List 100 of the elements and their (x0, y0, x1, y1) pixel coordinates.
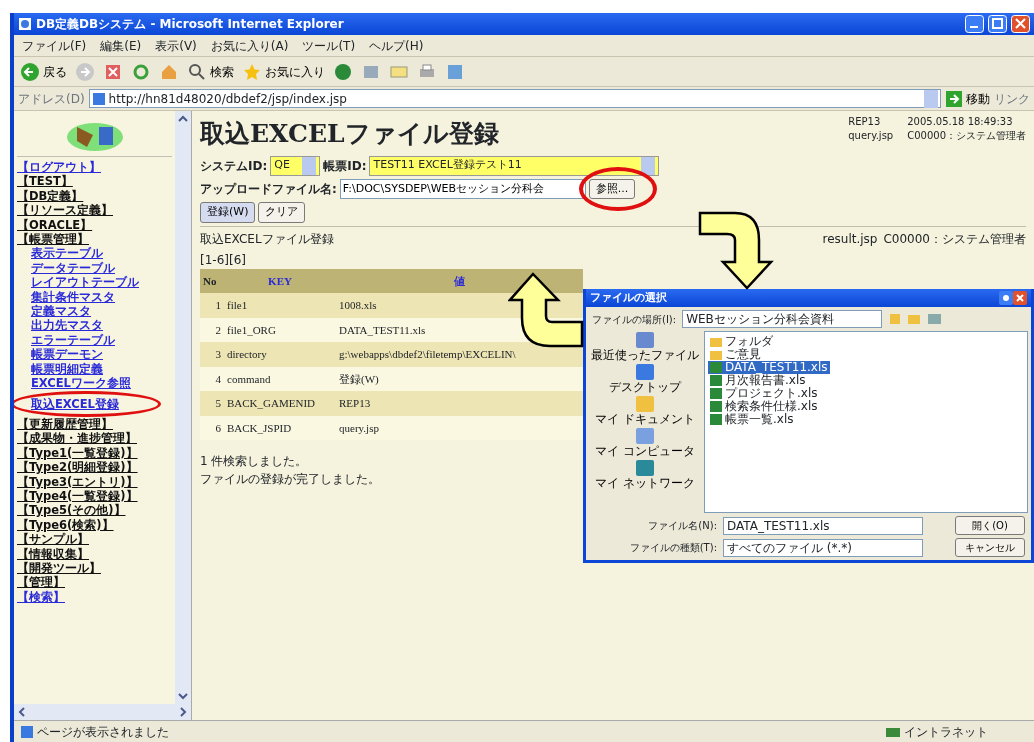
system-id-select[interactable]: QE (270, 155, 321, 176)
sidebar-link[interactable]: エラーテーブル (17, 332, 115, 348)
file-item[interactable]: 帳票一覧.xls (708, 413, 796, 426)
menu-item[interactable]: お気に入り(A) (210, 36, 289, 55)
sidebar-link[interactable]: 【リソース定義】 (17, 203, 172, 218)
table-cell: query.jsp (336, 415, 583, 440)
sidebar-link[interactable]: 表示テーブル (17, 246, 103, 261)
info-text: REP13 (848, 115, 882, 129)
sidebar-link[interactable]: 【ログアウト】 (17, 160, 172, 175)
sidebar-link[interactable]: 定義マスタ (17, 304, 91, 319)
info-text: C00000：システム管理者 (907, 129, 1026, 143)
spreadsheet-icon (710, 401, 722, 412)
place-button[interactable]: マイ ドキュメント (595, 395, 695, 426)
sidebar-link[interactable]: 【TEST】 (17, 174, 172, 189)
dropdown-button[interactable] (641, 156, 656, 175)
table-cell: 2 (200, 317, 224, 342)
sidebar-link[interactable]: 【Type1(一覧登録)】 (17, 445, 172, 461)
go-button[interactable]: 移動 (945, 89, 990, 108)
toolbar-button[interactable]: お気に入り (242, 61, 325, 82)
register-button[interactable]: 登録(W) (200, 202, 256, 223)
window-title: DB定義DBシステム - Microsoft Internet Explorer (36, 16, 344, 33)
place-button[interactable]: デスクトップ (609, 363, 681, 394)
sidebar-link[interactable]: 【サンプル】 (17, 532, 172, 547)
place-button[interactable]: 最近使ったファイル (591, 331, 699, 362)
table-cell: BACK_GAMENID (224, 391, 336, 416)
table-cell: 3 (200, 342, 224, 367)
sidebar-link[interactable]: 【DB定義】 (17, 188, 172, 204)
sidebar-link[interactable]: レイアウトテーブル (17, 275, 139, 290)
sidebar-link[interactable]: 【Type4(一覧登録)】 (17, 488, 172, 504)
column-header: KEY (224, 268, 336, 293)
place-button[interactable]: マイ コンピュータ (595, 427, 695, 458)
file-item[interactable]: プロジェクト.xls (708, 387, 820, 400)
sidebar-link[interactable]: 【成果物・進捗管理】 (17, 431, 172, 446)
browse-button[interactable]: 参照... (588, 178, 636, 199)
minimize-icon[interactable] (965, 15, 984, 33)
table-cell: command (224, 366, 336, 391)
toolbar-button[interactable]: 戻る (20, 61, 67, 82)
menu-item[interactable]: 表示(V) (155, 36, 197, 55)
file-type-select[interactable]: すべてのファイル (*.*) (723, 538, 923, 557)
location-select[interactable]: WEBセッション分科会資料 (682, 310, 883, 328)
table-cell: BACK_JSPID (224, 415, 336, 440)
place-button[interactable]: マイ ネットワーク (595, 459, 695, 490)
table-cell: REP13 (336, 391, 583, 416)
sidebar-link[interactable]: 【更新履歴管理】 (17, 416, 172, 432)
clear-button[interactable]: クリア (258, 202, 306, 223)
place-icon (635, 427, 655, 445)
forward-icon[interactable] (75, 61, 95, 82)
sidebar-link[interactable]: 【Type2(明細登録)】 (17, 460, 172, 475)
links-label[interactable]: リンク (994, 89, 1030, 108)
field-label: システムID: (200, 157, 268, 175)
toolbar-button[interactable]: 検索 (187, 61, 234, 82)
address-field[interactable]: http://hn81d48020/dbdef2/jsp/index.jsp (88, 89, 941, 108)
menu-item[interactable]: ヘルプ(H) (369, 36, 424, 55)
sidebar-link[interactable]: 【Type5(その他)】 (17, 503, 172, 518)
message-text: ファイルの登録が完了しました。 (200, 471, 380, 488)
table-cell: 6 (200, 415, 224, 440)
menu-item[interactable]: ツール(T) (302, 36, 356, 55)
file-path-field[interactable]: F:\DOC\SYSDEP\WEBセッション分科会 (339, 178, 586, 199)
cancel-button[interactable]: キャンセル (955, 538, 1025, 557)
table-cell: 1 (200, 293, 224, 318)
section-title: 取込EXCELファイル登録 (200, 230, 334, 248)
sidebar-link[interactable]: 【帳票管理】 (17, 232, 172, 247)
file-item[interactable]: 月次報告書.xls (708, 374, 808, 387)
close-icon[interactable] (1013, 291, 1027, 305)
sidebar-link[interactable]: 帳票デーモン (17, 347, 103, 362)
help-icon[interactable] (999, 291, 1013, 305)
file-item[interactable]: ご意見 (708, 348, 763, 361)
file-item[interactable]: 検索条件仕様.xls (708, 400, 820, 413)
sidebar-link[interactable]: 集計条件マスタ (17, 289, 115, 305)
sidebar-link[interactable]: 【管理】 (17, 575, 172, 590)
search-icon (187, 61, 207, 82)
sidebar-link[interactable]: 【ORACLE】 (17, 217, 172, 233)
sidebar-link[interactable]: 帳票明細定義 (17, 361, 103, 377)
file-item[interactable]: DATA_TEST11.xls (708, 361, 830, 374)
sidebar-link[interactable]: 【Type3(エントリ)】 (17, 474, 172, 489)
table-cell: 1008.xls (336, 293, 583, 318)
filename-field[interactable]: DATA_TEST11.xls (723, 516, 923, 535)
close-icon[interactable] (1011, 15, 1030, 33)
file-item[interactable]: フォルダ (708, 335, 775, 348)
menu-item[interactable]: ファイル(F) (22, 36, 87, 55)
place-icon (635, 331, 655, 349)
sidebar-link[interactable]: 【検索】 (17, 589, 172, 605)
menu-item[interactable]: 編集(E) (100, 36, 142, 55)
open-button[interactable]: 開く(O) (955, 516, 1025, 535)
info-text: 2005.05.18 18:49:33 (907, 115, 1014, 129)
info-text: result.jsp (822, 230, 878, 248)
sidebar-link[interactable]: 【Type6(検索)】 (17, 517, 172, 533)
sidebar-link[interactable]: 【情報収集】 (17, 546, 172, 561)
sidebar-link[interactable]: 【開発ツール】 (17, 560, 172, 576)
sidebar-link[interactable]: データテーブル (17, 260, 115, 276)
dropdown-button[interactable] (302, 156, 317, 175)
sidebar-link[interactable]: EXCELワーク参照 (17, 376, 131, 391)
back-icon (20, 61, 40, 82)
field-label: 帳票ID: (323, 157, 367, 175)
sidebar-link[interactable]: 取込EXCEL登録 (17, 396, 119, 411)
sidebar-link[interactable]: 出力先マスタ (17, 318, 103, 333)
spreadsheet-icon (710, 362, 722, 373)
report-id-select[interactable]: TEST11 EXCEL登録テスト11 (369, 155, 660, 176)
spreadsheet-icon (710, 388, 722, 399)
maximize-icon[interactable] (988, 15, 1007, 33)
